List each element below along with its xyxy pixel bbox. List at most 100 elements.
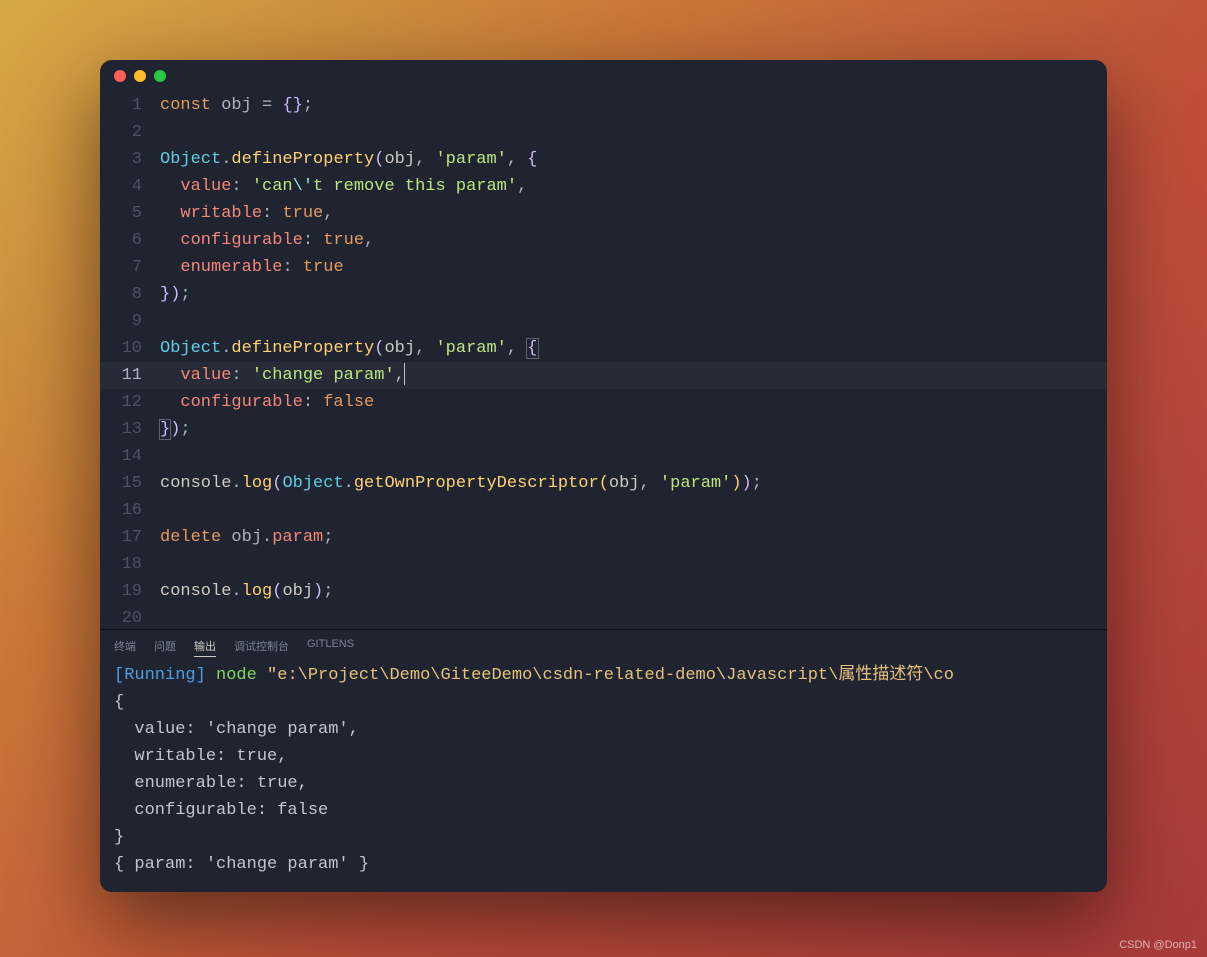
code-line[interactable]: Object.defineProperty(obj, 'param', { [160, 146, 1107, 173]
code-line[interactable]: delete obj.param; [160, 524, 1107, 551]
code-token: ) [313, 582, 323, 601]
code-token: t remove this param' [313, 177, 517, 196]
code-token: . [231, 474, 241, 493]
code-token: ; [752, 474, 762, 493]
code-line[interactable] [160, 551, 1107, 578]
code-token: , [415, 339, 435, 358]
line-number: 16 [100, 497, 142, 524]
code-line[interactable]: value: 'change param', [160, 362, 1107, 389]
code-token: , [640, 474, 660, 493]
code-token: 'param' [660, 474, 731, 493]
code-token: , [415, 150, 435, 169]
code-token: ( [272, 582, 282, 601]
code-line[interactable]: const obj = {}; [160, 92, 1107, 119]
output-line: [Running] node "e:\Project\Demo\GiteeDem… [114, 662, 1093, 689]
code-token: console [160, 582, 231, 601]
panel-tab-output[interactable]: 输出 [194, 638, 216, 654]
code-token: ; [180, 285, 190, 304]
output-content[interactable]: [Running] node "e:\Project\Demo\GiteeDem… [100, 660, 1107, 892]
code-line[interactable]: console.log(obj); [160, 578, 1107, 605]
code-token: configurable [180, 393, 302, 412]
line-number: 18 [100, 551, 142, 578]
code-line[interactable] [160, 605, 1107, 629]
code-token: : [303, 393, 323, 412]
code-line[interactable]: }); [160, 416, 1107, 443]
code-line[interactable] [160, 443, 1107, 470]
panel-tab-terminal[interactable]: 终端 [114, 638, 136, 654]
line-number: 13 [100, 416, 142, 443]
code-token: . [231, 582, 241, 601]
code-token: true [323, 231, 364, 250]
run-command: node [206, 666, 267, 685]
code-line[interactable] [160, 497, 1107, 524]
code-line[interactable]: Object.defineProperty(obj, 'param', { [160, 335, 1107, 362]
close-icon[interactable] [114, 70, 126, 82]
code-token: Object [160, 150, 221, 169]
code-line[interactable]: console.log(Object.getOwnPropertyDescrip… [160, 470, 1107, 497]
line-number: 19 [100, 578, 142, 605]
window-titlebar [100, 60, 1107, 92]
line-number: 15 [100, 470, 142, 497]
code-area[interactable]: const obj = {}; Object.defineProperty(ob… [160, 92, 1107, 629]
code-line[interactable]: }); [160, 281, 1107, 308]
code-line[interactable]: configurable: true, [160, 227, 1107, 254]
code-token: , [517, 177, 527, 196]
minimize-icon[interactable] [134, 70, 146, 82]
code-token: ( [374, 339, 384, 358]
panel-tab-debug[interactable]: 调试控制台 [234, 638, 289, 654]
run-path: "e:\Project\Demo\GiteeDemo\csdn-related-… [267, 666, 954, 685]
code-token: 'change param' [252, 366, 395, 385]
line-number: 20 [100, 605, 142, 629]
code-token: ( [272, 474, 282, 493]
code-token: enumerable [180, 258, 282, 277]
line-number: 6 [100, 227, 142, 254]
code-token [160, 258, 180, 277]
zoom-icon[interactable] [154, 70, 166, 82]
output-line: } [114, 824, 1093, 851]
line-number: 2 [100, 119, 142, 146]
line-number: 3 [100, 146, 142, 173]
code-token: : [231, 177, 251, 196]
code-line[interactable] [160, 119, 1107, 146]
code-token: 'param' [435, 150, 506, 169]
code-token: ) [731, 474, 741, 493]
code-line[interactable]: value: 'can\'t remove this param', [160, 173, 1107, 200]
code-token: obj [221, 528, 262, 547]
code-line[interactable]: enumerable: true [160, 254, 1107, 281]
panel-tab-gitlens[interactable]: GITLENS [307, 638, 354, 654]
code-token [160, 231, 180, 250]
code-token: . [221, 150, 231, 169]
code-token: . [221, 339, 231, 358]
code-token: const [160, 96, 211, 115]
code-token: Object [282, 474, 343, 493]
code-token: 'can [252, 177, 293, 196]
code-token: log [242, 582, 273, 601]
output-line: writable: true, [114, 743, 1093, 770]
code-token [160, 366, 180, 385]
code-token: ( [599, 474, 609, 493]
code-token: true [303, 258, 344, 277]
code-token: obj [282, 582, 313, 601]
code-line[interactable] [160, 308, 1107, 335]
code-token: , [507, 150, 527, 169]
bottom-panel: 终端 问题 输出 调试控制台 GITLENS [Running] node "e:\Pr… [100, 629, 1107, 892]
code-token: true [282, 204, 323, 223]
text-cursor [404, 363, 405, 385]
code-token [160, 177, 180, 196]
line-number: 1 [100, 92, 142, 119]
code-token: , [364, 231, 374, 250]
code-line[interactable]: writable: true, [160, 200, 1107, 227]
code-token: . [344, 474, 354, 493]
code-token: defineProperty [231, 150, 374, 169]
code-token: false [323, 393, 374, 412]
panel-tab-problems[interactable]: 问题 [154, 638, 176, 654]
code-token: 'param' [435, 339, 506, 358]
code-token: \' [293, 177, 313, 196]
code-token: , [323, 204, 333, 223]
line-number: 12 [100, 389, 142, 416]
code-token: ; [323, 528, 333, 547]
code-token: obj [384, 150, 415, 169]
output-line: configurable: false [114, 797, 1093, 824]
code-editor[interactable]: 1234567891011121314151617181920 const ob… [100, 92, 1107, 629]
code-line[interactable]: configurable: false [160, 389, 1107, 416]
